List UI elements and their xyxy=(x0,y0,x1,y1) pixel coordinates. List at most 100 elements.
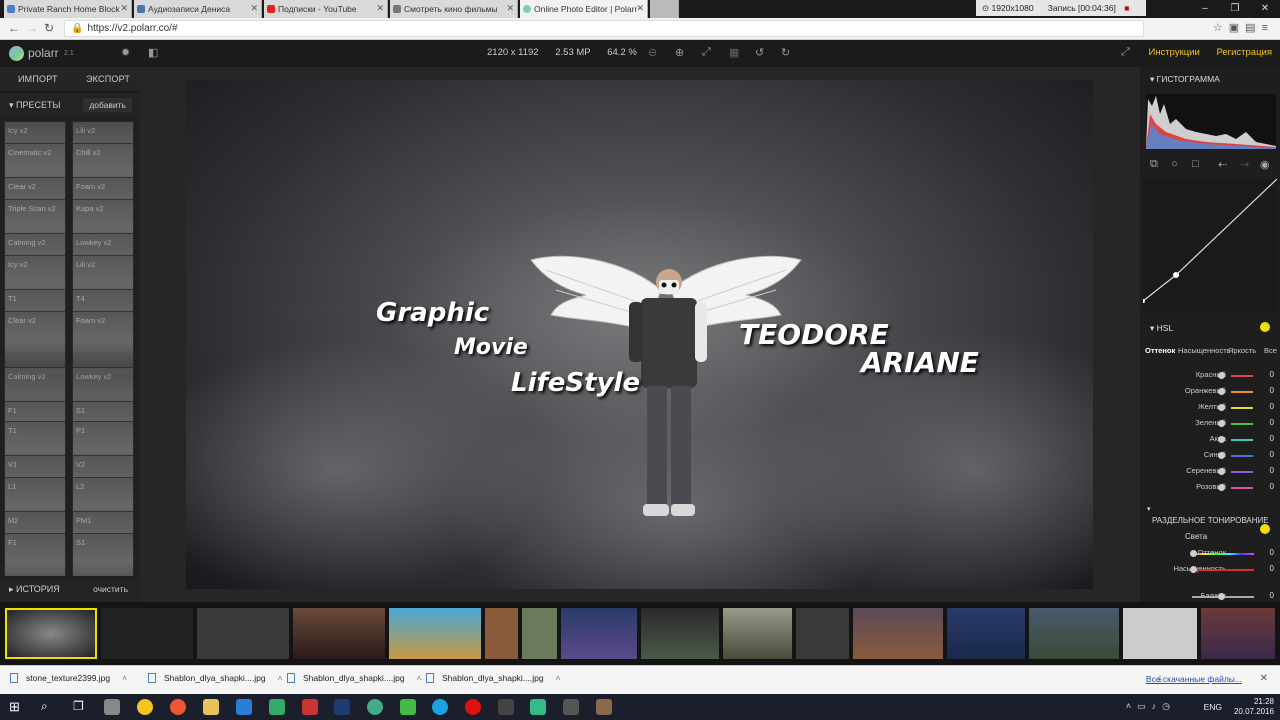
taskbar-app-icon[interactable] xyxy=(269,699,285,715)
taskbar-app-icon[interactable] xyxy=(530,699,546,715)
radial-mask-icon[interactable]: ○ xyxy=(1171,158,1178,170)
clear-history-button[interactable]: очистить xyxy=(93,584,128,594)
hsl-slider-track[interactable] xyxy=(1231,439,1253,441)
system-clock[interactable]: 21:28 20.07.2016 xyxy=(1234,697,1274,717)
history-toggle[interactable]: ▸ ИСТОРИЯ xyxy=(9,584,60,595)
maximize-icon[interactable]: ❐ xyxy=(1220,0,1250,18)
filmstrip-thumbnail[interactable] xyxy=(641,608,719,659)
zoom-in-icon[interactable]: ⊕ xyxy=(675,46,684,59)
skype-icon[interactable] xyxy=(432,699,448,715)
chevron-up-icon[interactable]: ˄ xyxy=(556,673,561,683)
task-view-icon[interactable]: ❐ xyxy=(73,699,84,713)
back-arrow-icon[interactable]: ← xyxy=(8,21,20,35)
split-slider-knob[interactable] xyxy=(1218,593,1225,600)
hsl-tab-hue[interactable]: Оттенок xyxy=(1145,346,1175,355)
download-item[interactable]: Shablon_dlya_shapki....jpg ˄ xyxy=(426,673,561,683)
redo-icon[interactable]: ↻ xyxy=(781,46,790,59)
register-link[interactable]: Регистрация xyxy=(1216,47,1272,58)
split-toning-enable-toggle[interactable] xyxy=(1260,524,1270,534)
download-item[interactable]: Shablon_dlya_shapki....jpg ˄ xyxy=(287,673,422,683)
filmstrip-thumbnail[interactable] xyxy=(197,608,289,659)
close-tab-icon[interactable]: ✕ xyxy=(120,3,128,14)
taskbar-app-icon[interactable] xyxy=(596,699,612,715)
download-item[interactable]: stone_texture2399.jpg ˄ xyxy=(10,673,127,683)
taskbar-app-icon[interactable] xyxy=(498,699,514,715)
split-slider-knob[interactable] xyxy=(1190,550,1197,557)
taskbar-app-icon[interactable] xyxy=(563,699,579,715)
filmstrip-thumbnail[interactable] xyxy=(1123,608,1197,659)
hsl-slider-track[interactable] xyxy=(1231,407,1253,409)
hsl-slider-track[interactable] xyxy=(1231,375,1253,377)
hsl-slider-track[interactable] xyxy=(1231,423,1253,425)
hsl-toggle[interactable]: ▾ HSL xyxy=(1150,323,1173,334)
photoshop-icon[interactable] xyxy=(334,699,350,715)
chevron-up-icon[interactable]: ˄ xyxy=(278,673,283,683)
hsl-slider-knob[interactable] xyxy=(1218,372,1225,379)
preset-thumbnail[interactable]: S1 xyxy=(72,533,134,576)
hsl-tab-luminance[interactable]: Яркость xyxy=(1228,346,1256,355)
hsl-slider-knob[interactable] xyxy=(1218,420,1225,427)
download-item[interactable]: Shablon_dlya_shapki....jpg ˄ xyxy=(148,673,283,683)
windows-start-icon[interactable]: ⊞ xyxy=(9,699,20,715)
system-tray-icons[interactable]: ˄▭♪◷ xyxy=(1126,701,1176,712)
fullscreen-icon[interactable]: ⤢ xyxy=(1121,46,1130,59)
close-downloads-icon[interactable]: ✕ xyxy=(1260,673,1268,684)
extension-icon[interactable]: ▣ xyxy=(1229,22,1245,34)
filmstrip-thumbnail[interactable] xyxy=(853,608,943,659)
reload-icon[interactable]: ↻ xyxy=(44,21,54,35)
import-button[interactable]: ИМПОРТ xyxy=(18,74,58,84)
hsl-slider-knob[interactable] xyxy=(1218,452,1225,459)
split-slider-knob[interactable] xyxy=(1190,566,1197,573)
yandex-icon[interactable] xyxy=(170,699,186,715)
browser-tab[interactable]: Private Ranch Home Block ✕ xyxy=(4,0,132,18)
search-icon[interactable]: ⌕ xyxy=(41,699,48,714)
hsl-slider-knob[interactable] xyxy=(1218,388,1225,395)
split-toning-label[interactable]: РАЗДЕЛЬНОЕ ТОНИРОВАНИЕ xyxy=(1152,516,1269,525)
taskbar-app-icon[interactable] xyxy=(302,699,318,715)
close-tab-icon[interactable]: ✕ xyxy=(506,3,514,14)
taskbar-app-icon[interactable] xyxy=(400,699,416,715)
hsl-slider-track[interactable] xyxy=(1231,487,1253,489)
record-app-icon[interactable] xyxy=(465,699,481,715)
close-tab-icon[interactable]: ✕ xyxy=(636,3,644,14)
close-tab-icon[interactable]: ✕ xyxy=(376,3,384,14)
hsl-slider-track[interactable] xyxy=(1231,471,1253,473)
chevron-up-icon[interactable]: ˄ xyxy=(122,673,127,683)
preset-thumbnail[interactable]: Clear v2 xyxy=(4,311,66,375)
fit-screen-icon[interactable]: ⤢ xyxy=(702,46,711,59)
histogram-toggle[interactable]: ▾ ГИСТОГРАММА xyxy=(1150,74,1220,85)
undo-step-icon[interactable]: ⇠ xyxy=(1218,158,1227,171)
menu-icon[interactable]: ≡ xyxy=(1262,22,1274,34)
hsl-slider-knob[interactable] xyxy=(1218,404,1225,411)
forward-arrow-icon[interactable]: → xyxy=(26,21,38,35)
folder-icon[interactable] xyxy=(203,699,219,715)
preview-eye-icon[interactable]: ◉ xyxy=(1260,158,1270,171)
taskbar-app-icon[interactable] xyxy=(367,699,383,715)
filmstrip-thumbnail[interactable] xyxy=(561,608,637,659)
filmstrip-thumbnail[interactable] xyxy=(522,608,557,659)
new-tab-button[interactable] xyxy=(650,0,679,18)
split-toning-toggle-arrow[interactable]: ▾ xyxy=(1147,505,1151,513)
all-downloads-link[interactable]: Все скачанные файлы... xyxy=(1146,674,1242,684)
url-input[interactable]: 🔒 https://v2.polarr.co/# xyxy=(64,20,1144,37)
presets-toggle[interactable]: ▾ ПРЕСЕТЫ xyxy=(9,100,60,111)
browser-tab-active[interactable]: Online Photo Editor | Polarr ✕ xyxy=(520,0,648,18)
chevron-up-icon[interactable]: ˄ xyxy=(417,673,422,683)
hsl-enable-toggle[interactable] xyxy=(1260,322,1270,332)
split-slider-track[interactable] xyxy=(1192,569,1254,571)
language-indicator[interactable]: ENG xyxy=(1204,702,1222,712)
filmstrip-thumbnail[interactable] xyxy=(796,608,849,659)
filmstrip-thumbnail[interactable] xyxy=(101,608,193,659)
gradient-mask-icon[interactable]: □ xyxy=(1192,158,1199,170)
zoom-out-icon[interactable]: ⊖ xyxy=(648,46,657,59)
filmstrip-thumbnail[interactable] xyxy=(1201,608,1275,659)
hsl-slider-knob[interactable] xyxy=(1218,468,1225,475)
redo-step-icon[interactable]: ⇢ xyxy=(1240,158,1249,171)
taskbar-app-icon[interactable] xyxy=(104,699,120,715)
filmstrip-thumbnail[interactable] xyxy=(723,608,792,659)
instructions-link[interactable]: Инструкции xyxy=(1148,47,1199,58)
preset-thumbnail[interactable]: Foam v2 xyxy=(72,311,134,375)
close-window-icon[interactable]: ✕ xyxy=(1250,0,1280,18)
browser-tab[interactable]: Аудиозаписи Дениса ✕ xyxy=(134,0,262,18)
filmstrip-thumbnail[interactable] xyxy=(485,608,518,659)
